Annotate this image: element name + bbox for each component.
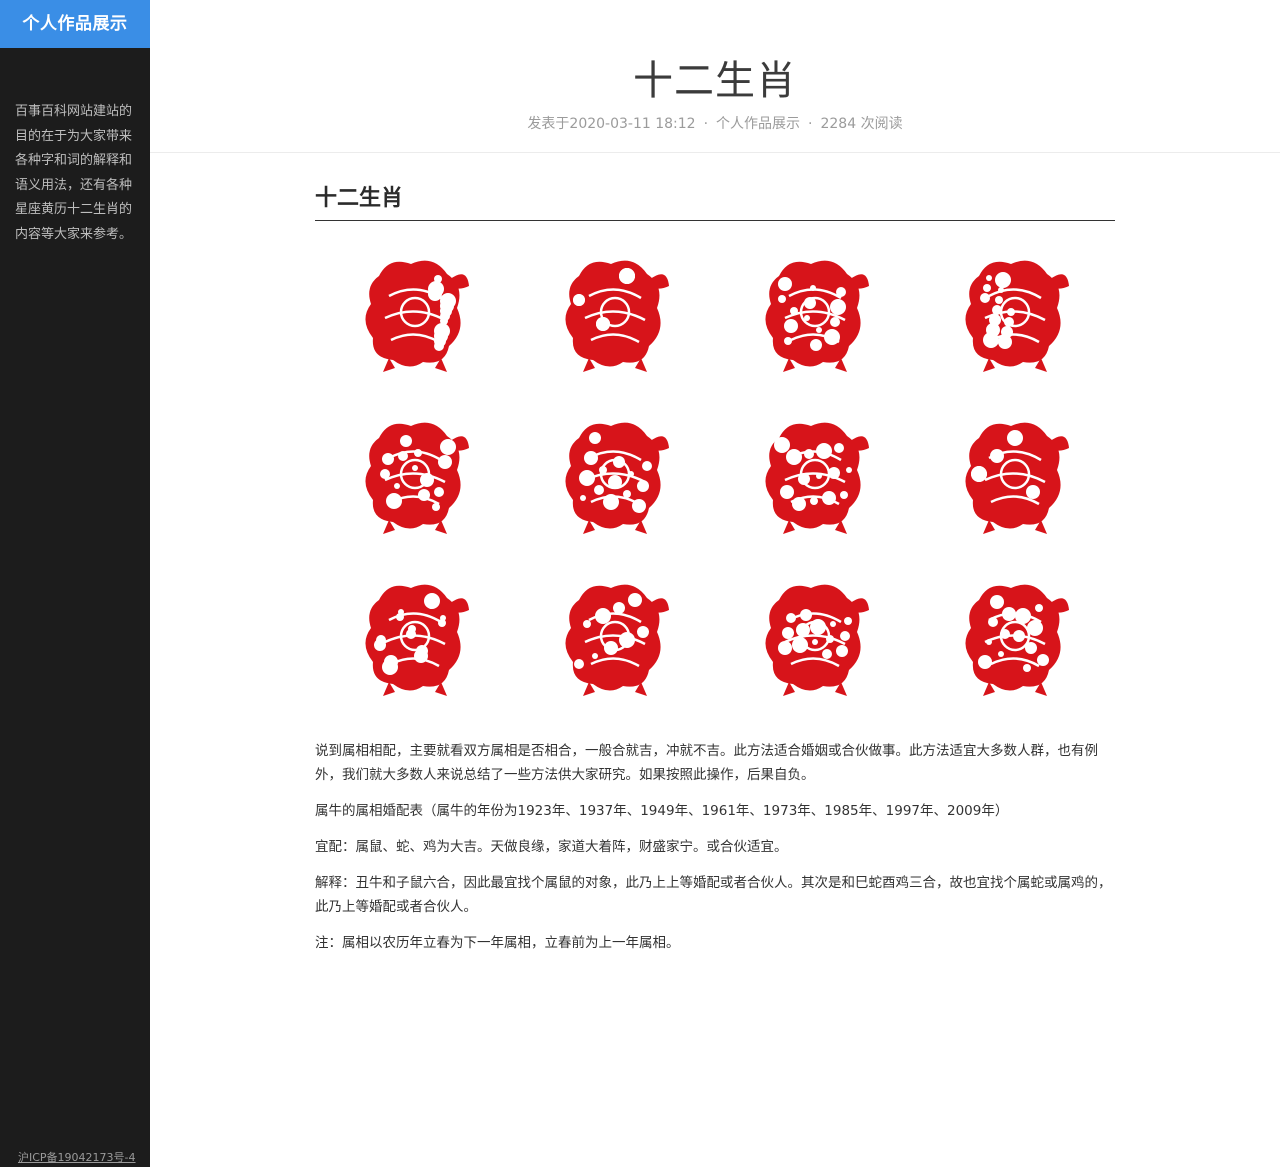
rat-papercut-icon xyxy=(365,260,469,372)
icp-record-link[interactable]: 沪ICP备19042173号-4 xyxy=(18,1149,136,1165)
zodiac-image-grid xyxy=(315,231,1115,717)
site-brand-link[interactable]: 个人作品展示 xyxy=(0,0,150,48)
goat-papercut-icon xyxy=(965,422,1069,534)
post-title: 十二生肖 xyxy=(633,58,797,104)
zodiac-image xyxy=(315,555,515,717)
post-date: 发表于2020-03-11 18:12 xyxy=(527,116,696,132)
zodiac-image xyxy=(715,393,915,555)
meta-separator: · xyxy=(808,116,813,132)
zodiac-image xyxy=(515,555,715,717)
site-description: 百事百科网站建站的目的在于为大家带来各种字和词的解释和语义用法，还有各种星座黄历… xyxy=(15,104,133,242)
post-category-link[interactable]: 个人作品展示 xyxy=(716,116,800,132)
post-read-count: 2284 次阅读 xyxy=(820,116,903,132)
post-header: 十二生肖 发表于2020-03-11 18:12 · 个人作品展示 · 2284 次阅读 xyxy=(150,0,1280,153)
sidebar: 个人作品展示 百事百科网站建站的目的在于为大家带来各种字和词的解释和语义用法，还… xyxy=(0,0,150,1167)
zodiac-image xyxy=(515,393,715,555)
post-meta: 发表于2020-03-11 18:12 · 个人作品展示 · 2284 次阅读 xyxy=(150,113,1280,133)
monkey-papercut-icon xyxy=(365,584,469,696)
horse-papercut-icon xyxy=(765,422,869,534)
body-paragraph: 宜配：属鼠、蛇、鸡为大吉。天做良缘，家道大着阵，财盛家宁。或合伙适宜。 xyxy=(315,839,788,855)
body-paragraph: 说到属相相配，主要就看双方属相是否相合，一般合就吉，冲就不吉。此方法适合婚姻或合… xyxy=(315,743,1098,783)
post-body: 说到属相相配，主要就看双方属相是否相合，一般合就吉，冲就不吉。此方法适合婚姻或合… xyxy=(315,739,1115,955)
zodiac-image xyxy=(715,555,915,717)
zodiac-image xyxy=(715,231,915,393)
zodiac-image xyxy=(915,555,1115,717)
rooster-papercut-icon xyxy=(565,584,669,696)
body-paragraph: 注：属相以农历年立春为下一年属相，立春前为上一年属相。 xyxy=(315,935,680,951)
post-content: 十二生肖 说到属相相配，主要就看双方属相是否相合，一般合就吉，冲就不吉。此方法适… xyxy=(315,180,1115,955)
zodiac-image xyxy=(515,231,715,393)
pig-papercut-icon xyxy=(965,584,1069,696)
body-paragraph: 属牛的属相婚配表（属牛的年份为1923年、1937年、1949年、1961年、1… xyxy=(315,803,1009,819)
content-heading: 十二生肖 xyxy=(315,180,1115,221)
zodiac-image xyxy=(915,393,1115,555)
meta-separator: · xyxy=(703,116,709,132)
zodiac-image xyxy=(315,231,515,393)
snake-papercut-icon xyxy=(565,422,669,534)
rabbit-papercut-icon xyxy=(965,260,1069,372)
dragon-papercut-icon xyxy=(365,422,469,534)
zodiac-image xyxy=(315,393,515,555)
tiger-papercut-icon xyxy=(765,260,869,372)
ox-papercut-icon xyxy=(565,260,669,372)
dog-papercut-icon xyxy=(765,584,869,696)
zodiac-image xyxy=(915,231,1115,393)
body-paragraph: 解释：丑牛和子鼠六合，因此最宜找个属鼠的对象，此乃上上等婚配或者合伙人。其次是和… xyxy=(315,875,1112,915)
